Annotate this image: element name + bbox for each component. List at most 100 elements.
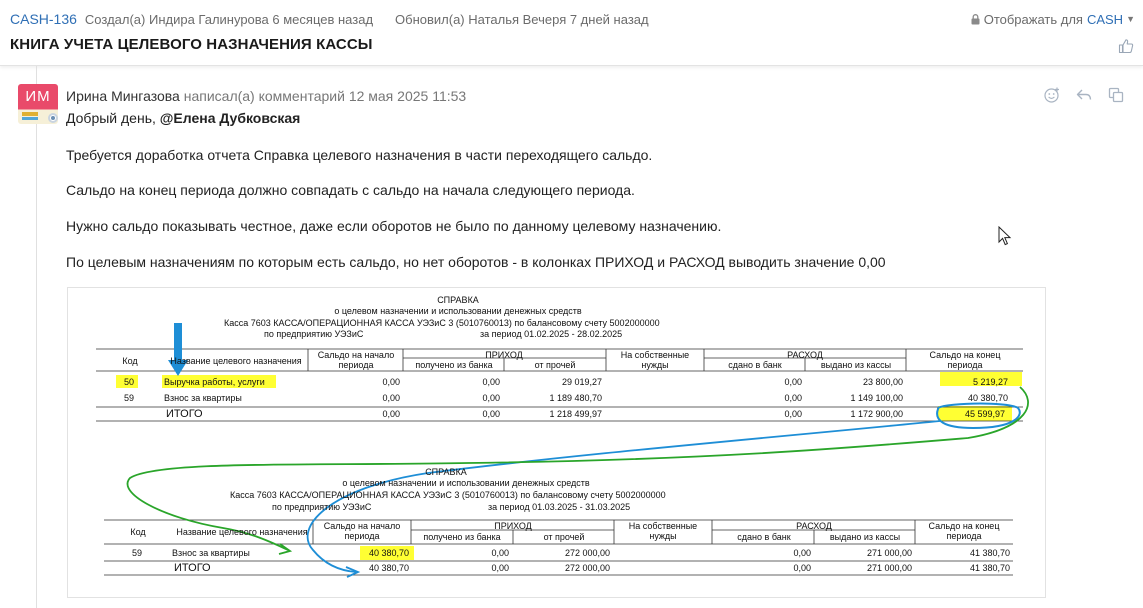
col-header-income-bank: получено из банка (423, 532, 501, 542)
total-expense-bank: 0,00 (793, 563, 811, 573)
report-screenshot[interactable]: СПРАВКА о целевом назначении и использов… (67, 287, 1046, 598)
cell-closing: 41 380,70 (969, 548, 1010, 558)
report-enterprise: по предприятию УЭЗиС (272, 502, 372, 512)
total-income-other: 1 218 499,97 (549, 409, 602, 419)
col-header-income: ПРИХОД (485, 350, 523, 360)
report-subtitle: о целевом назначении и использовании ден… (342, 478, 590, 488)
presence-status-icon (48, 113, 58, 123)
cell-closing: 5 219,27 (972, 377, 1008, 387)
visibility-selector[interactable]: Отображать для CASH ▼ (971, 10, 1135, 28)
comment-paragraph: Требуется доработка отчета Справка целев… (66, 147, 653, 163)
comment-paragraph: Нужно сальдо показывать честное, даже ес… (66, 218, 722, 234)
comment-header: Ирина Мингазова написал(а) комментарий 1… (66, 88, 466, 104)
report-title: СПРАВКА (425, 467, 467, 477)
cell-expense-cash: 23 800,00 (862, 377, 903, 387)
col-header-code: Код (130, 527, 146, 537)
cell-income-bank: 0,00 (482, 393, 500, 403)
col-header-name: Название целевого назначения (176, 527, 308, 537)
reply-icon[interactable] (1075, 86, 1093, 104)
col-header-expense-cash: выдано из кассы (820, 360, 892, 370)
issue-header: CASH-136 Создал(а) Индира Галинурова 6 м… (0, 0, 1143, 66)
cell-opening: 0,00 (382, 393, 400, 403)
cell-income-bank: 0,00 (491, 548, 509, 558)
cell-opening: 40 380,70 (368, 548, 409, 558)
total-income-other: 272 000,00 (564, 563, 610, 573)
created-info: Создал(а) Индира Галинурова 6 месяцев на… (84, 11, 374, 27)
total-opening: 0,00 (382, 409, 400, 419)
total-expense-cash: 1 172 900,00 (850, 409, 903, 419)
copy-icon[interactable] (1107, 86, 1125, 104)
total-income-bank: 0,00 (491, 563, 509, 573)
report-period: за период 01.03.2025 - 31.03.2025 (488, 502, 631, 512)
avatar-decoration (22, 117, 38, 120)
cell-name: Взнос за квартиры (172, 548, 250, 558)
col-header-opening: Сальдо на начало периода (317, 350, 395, 370)
cell-income-other: 1 189 480,70 (549, 393, 602, 403)
col-header-code: Код (122, 356, 138, 366)
user-mention[interactable]: @Елена Дубковская (160, 110, 301, 126)
cell-income-other: 272 000,00 (564, 548, 610, 558)
col-header-own-needs: На собственные нужды (628, 521, 698, 541)
cell-expense-bank: 0,00 (793, 548, 811, 558)
total-closing: 45 599,97 (964, 409, 1005, 419)
report-title: СПРАВКА (437, 295, 479, 305)
cell-code: 59 (132, 548, 143, 558)
cell-opening: 0,00 (382, 377, 400, 387)
cell-code: 59 (124, 393, 135, 403)
cell-name: Взнос за квартиры (164, 393, 242, 403)
col-header-opening: Сальдо на начало периода (323, 521, 401, 541)
blue-arrow-annotation (168, 323, 188, 376)
total-closing: 41 380,70 (969, 563, 1010, 573)
cell-income-other: 29 019,27 (561, 377, 602, 387)
col-header-expense-bank: сдано в банк (728, 360, 782, 370)
total-expense-cash: 271 000,00 (866, 563, 912, 573)
total-income-bank: 0,00 (482, 409, 500, 419)
comment-author[interactable]: Ирина Мингазова (66, 88, 180, 104)
comment-date[interactable]: 12 мая 2025 11:53 (349, 88, 466, 104)
col-header-expense-cash: выдано из кассы (829, 532, 901, 542)
col-header-own-needs: На собственные нужды (620, 350, 690, 370)
visibility-value[interactable]: CASH (1087, 12, 1123, 27)
col-header-income-bank: получено из банка (415, 360, 493, 370)
avatar-decoration (22, 112, 38, 116)
total-opening: 40 380,70 (368, 563, 409, 573)
issue-meta: CASH-136 Создал(а) Индира Галинурова 6 м… (10, 10, 671, 28)
report-period: за период 01.02.2025 - 28.02.2025 (480, 329, 623, 339)
updated-info: Обновил(а) Наталья Вечеря 7 дней назад (395, 11, 649, 27)
cell-expense-cash: 1 149 100,00 (850, 393, 903, 403)
col-header-name: Название целевого назначения (170, 356, 302, 366)
total-expense-bank: 0,00 (784, 409, 802, 419)
cell-code: 50 (124, 377, 135, 387)
cell-income-bank: 0,00 (482, 377, 500, 387)
col-header-closing: Сальдо на конец периода (929, 350, 1001, 370)
report-subtitle: о целевом назначении и использовании ден… (334, 306, 582, 316)
report-cashbox: Касса 7603 КАССА/ОПЕРАЦИОННАЯ КАССА УЭЗи… (230, 490, 666, 500)
avatar-initials: ИМ (25, 88, 51, 105)
comment-action: написал(а) комментарий (183, 88, 345, 104)
emoji-reaction-icon[interactable] (1043, 86, 1061, 104)
report-enterprise: по предприятию УЭЗиС (264, 329, 364, 339)
col-header-closing: Сальдо на конец периода (928, 521, 1000, 541)
comment-greeting: Добрый день, @Елена Дубковская (66, 110, 300, 126)
cell-closing: 40 380,70 (967, 393, 1008, 403)
col-header-expense: РАСХОД (787, 350, 823, 360)
col-header-expense: РАСХОД (796, 521, 832, 531)
thumbs-up-icon[interactable] (1118, 38, 1134, 54)
chevron-down-icon[interactable]: ▼ (1126, 14, 1135, 24)
activity-timeline-line (36, 66, 37, 608)
comment-paragraph: Сальдо на конец периода должно совпадать… (66, 182, 635, 198)
col-header-income-other: от прочей (534, 360, 576, 370)
comment-paragraph: По целевым назначениям по которым есть с… (66, 254, 886, 270)
mouse-cursor-icon (998, 226, 1012, 246)
greeting-text: Добрый день, (66, 110, 156, 126)
visibility-label: Отображать для (983, 11, 1083, 27)
cell-expense-cash: 271 000,00 (866, 548, 912, 558)
col-header-income: ПРИХОД (494, 521, 532, 531)
issue-key-link[interactable]: CASH-136 (10, 11, 77, 27)
cell-expense-bank: 0,00 (784, 377, 802, 387)
total-label: ИТОГО (174, 562, 211, 574)
cell-expense-bank: 0,00 (784, 393, 802, 403)
cell-name: Выручка работы, услуги (164, 377, 265, 387)
col-header-income-other: от прочей (543, 532, 585, 542)
comment-actions (1043, 86, 1125, 104)
